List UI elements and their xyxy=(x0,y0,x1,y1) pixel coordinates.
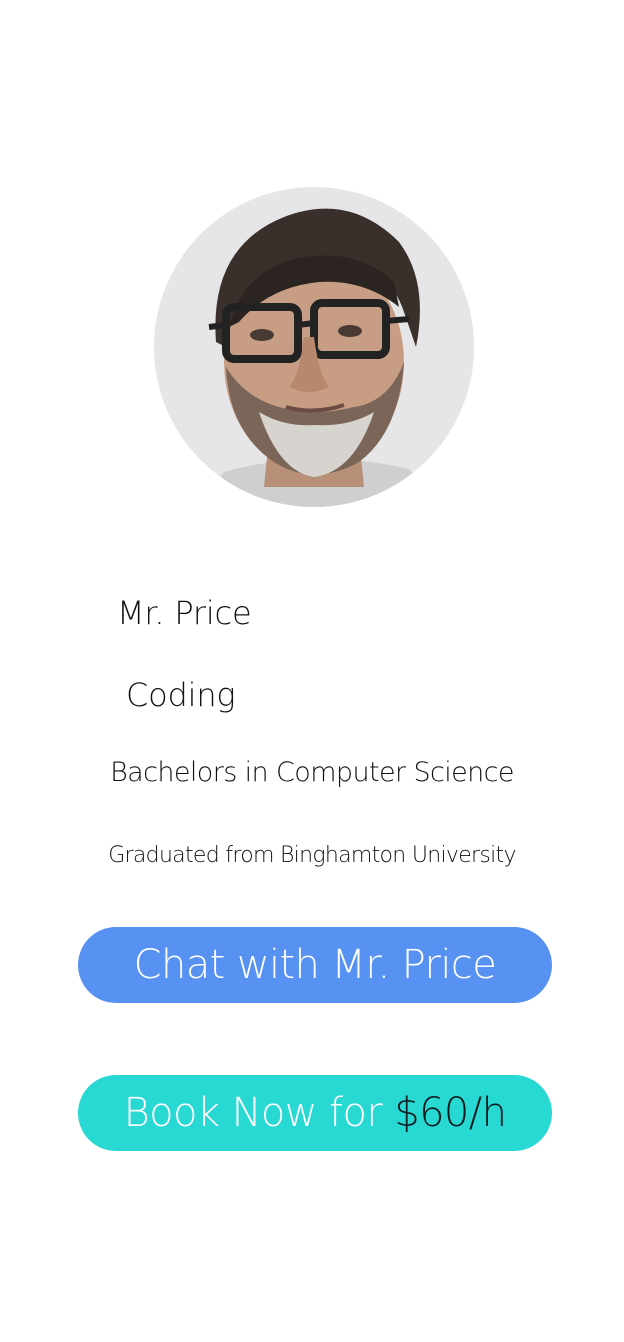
book-now-button[interactable]: Book Now for $60/h xyxy=(78,1075,552,1151)
book-button-label: Book Now for xyxy=(123,1090,383,1136)
tutor-subject: Coding xyxy=(126,676,236,714)
avatar xyxy=(154,187,474,507)
tutor-degree: Bachelors in Computer Science xyxy=(110,757,514,788)
chat-button[interactable]: Chat with Mr. Price xyxy=(78,927,552,1003)
tutor-school: Graduated from Binghamton University xyxy=(108,843,516,868)
book-price: $60/h xyxy=(394,1090,507,1136)
chat-button-label: Chat with Mr. Price xyxy=(133,942,497,988)
profile-photo xyxy=(154,187,474,507)
tutor-name: Mr. Price xyxy=(117,594,252,632)
